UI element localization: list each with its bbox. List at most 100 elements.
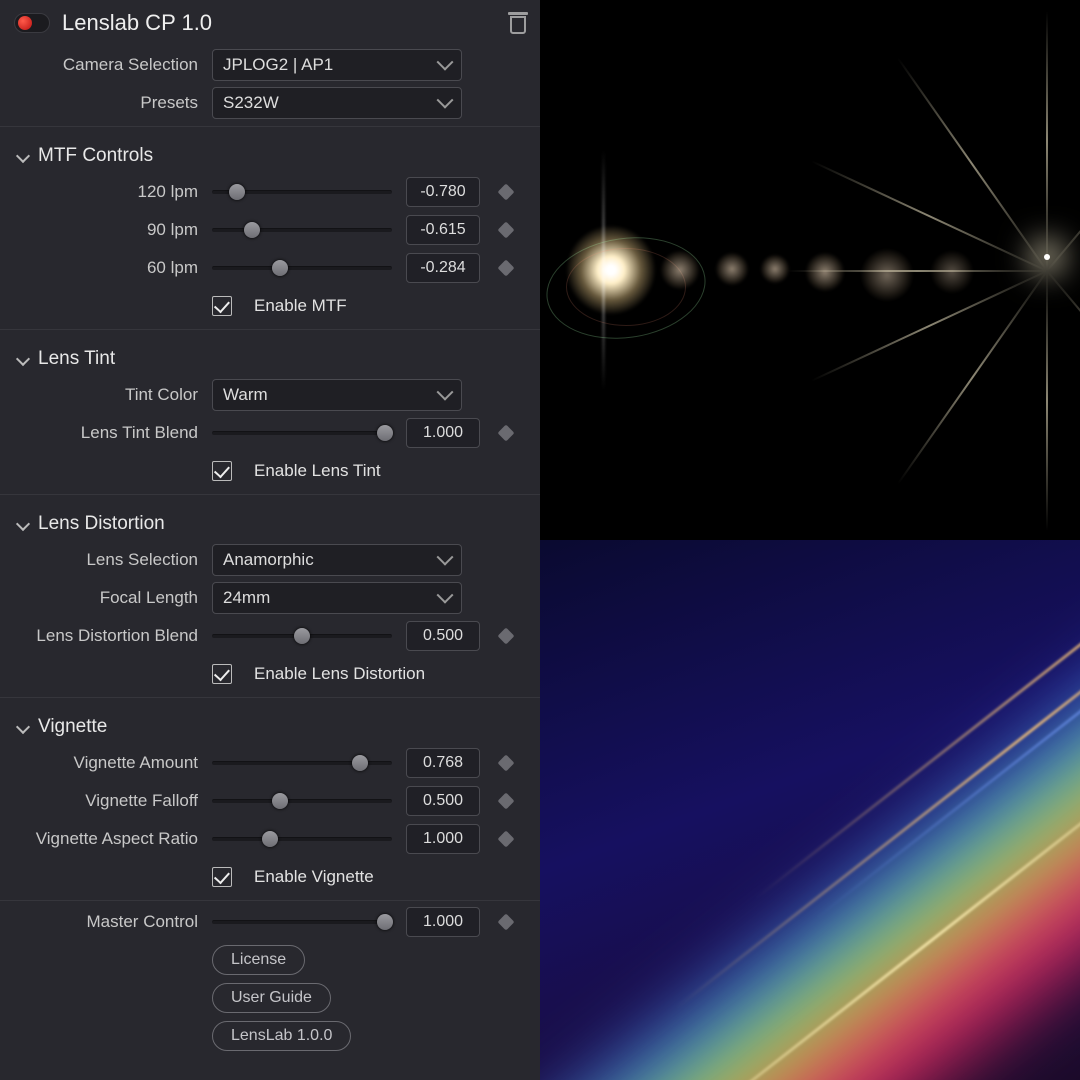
vig-falloff-value[interactable]: 0.500 bbox=[406, 786, 480, 816]
vig-falloff-slider[interactable] bbox=[212, 789, 392, 813]
vig-aspect-label: Vignette Aspect Ratio bbox=[10, 829, 204, 849]
tint-enable-checkbox[interactable] bbox=[212, 461, 232, 481]
titlebar: Lenslab CP 1.0 bbox=[0, 0, 540, 46]
keyframe-icon[interactable] bbox=[498, 914, 515, 931]
license-button[interactable]: License bbox=[212, 945, 305, 975]
dist-enable-row: Enable Lens Distortion bbox=[0, 655, 540, 693]
preview-rainbow bbox=[540, 540, 1080, 1080]
master-row: Master Control 1.000 bbox=[0, 903, 540, 941]
guide-row: User Guide bbox=[0, 979, 540, 1017]
chevron-down-icon bbox=[18, 722, 28, 732]
mtf-60-slider[interactable] bbox=[212, 256, 392, 280]
focal-length-label: Focal Length bbox=[10, 588, 204, 608]
tint-enable-label: Enable Lens Tint bbox=[254, 461, 381, 481]
chevron-down-icon bbox=[439, 592, 451, 604]
camera-selection-dropdown[interactable]: JPLOG2 | AP1 bbox=[212, 49, 462, 81]
camera-selection-value: JPLOG2 | AP1 bbox=[223, 55, 333, 75]
dist-blend-value[interactable]: 0.500 bbox=[406, 621, 480, 651]
vig-section-header[interactable]: Vignette bbox=[0, 708, 540, 744]
master-label: Master Control bbox=[10, 912, 204, 932]
tint-color-value: Warm bbox=[223, 385, 268, 405]
effect-panel: Lenslab CP 1.0 Camera Selection JPLOG2 |… bbox=[0, 0, 540, 1080]
mtf-120-label: 120 lpm bbox=[10, 182, 204, 202]
vig-falloff-label: Vignette Falloff bbox=[10, 791, 204, 811]
mtf-90-label: 90 lpm bbox=[10, 220, 204, 240]
keyframe-icon[interactable] bbox=[498, 260, 515, 277]
mtf-90-slider[interactable] bbox=[212, 218, 392, 242]
lens-selection-row: Lens Selection Anamorphic bbox=[0, 541, 540, 579]
keyframe-icon[interactable] bbox=[498, 222, 515, 239]
dist-blend-slider[interactable] bbox=[212, 624, 392, 648]
about-button[interactable]: LensLab 1.0.0 bbox=[212, 1021, 351, 1051]
mtf-60-label: 60 lpm bbox=[10, 258, 204, 278]
dist-section-header[interactable]: Lens Distortion bbox=[0, 505, 540, 541]
vig-amount-label: Vignette Amount bbox=[10, 753, 204, 773]
camera-selection-row: Camera Selection JPLOG2 | AP1 bbox=[0, 46, 540, 84]
mtf-section-title: MTF Controls bbox=[38, 145, 153, 167]
keyframe-icon[interactable] bbox=[498, 184, 515, 201]
tint-section-title: Lens Tint bbox=[38, 348, 115, 370]
tint-color-row: Tint Color Warm bbox=[0, 376, 540, 414]
keyframe-icon[interactable] bbox=[498, 425, 515, 442]
focal-length-dropdown[interactable]: 24mm bbox=[212, 582, 462, 614]
tint-color-dropdown[interactable]: Warm bbox=[212, 379, 462, 411]
vig-falloff-row: Vignette Falloff 0.500 bbox=[0, 782, 540, 820]
tint-enable-row: Enable Lens Tint bbox=[0, 452, 540, 490]
vig-amount-slider[interactable] bbox=[212, 751, 392, 775]
vig-amount-value[interactable]: 0.768 bbox=[406, 748, 480, 778]
keyframe-icon[interactable] bbox=[498, 755, 515, 772]
lens-selection-dropdown[interactable]: Anamorphic bbox=[212, 544, 462, 576]
preview-pane bbox=[540, 0, 1080, 1080]
mtf-60-row: 60 lpm -0.284 bbox=[0, 249, 540, 287]
keyframe-icon[interactable] bbox=[498, 793, 515, 810]
vig-aspect-value[interactable]: 1.000 bbox=[406, 824, 480, 854]
mtf-section-header[interactable]: MTF Controls bbox=[0, 137, 540, 173]
mtf-120-value[interactable]: -0.780 bbox=[406, 177, 480, 207]
mtf-120-row: 120 lpm -0.780 bbox=[0, 173, 540, 211]
tint-blend-slider[interactable] bbox=[212, 421, 392, 445]
chevron-down-icon bbox=[439, 554, 451, 566]
preview-flare bbox=[540, 0, 1080, 540]
dist-enable-label: Enable Lens Distortion bbox=[254, 664, 425, 684]
presets-row: Presets S232W bbox=[0, 84, 540, 122]
master-value[interactable]: 1.000 bbox=[406, 907, 480, 937]
tint-blend-label: Lens Tint Blend bbox=[10, 423, 204, 443]
vig-aspect-slider[interactable] bbox=[212, 827, 392, 851]
mtf-60-value[interactable]: -0.284 bbox=[406, 253, 480, 283]
chevron-down-icon bbox=[439, 389, 451, 401]
keyframe-icon[interactable] bbox=[498, 831, 515, 848]
mtf-90-row: 90 lpm -0.615 bbox=[0, 211, 540, 249]
tint-section-header[interactable]: Lens Tint bbox=[0, 340, 540, 376]
vig-enable-label: Enable Vignette bbox=[254, 867, 374, 887]
mtf-90-value[interactable]: -0.615 bbox=[406, 215, 480, 245]
mtf-enable-label: Enable MTF bbox=[254, 296, 347, 316]
keyframe-icon[interactable] bbox=[498, 628, 515, 645]
presets-value: S232W bbox=[223, 93, 279, 113]
focal-length-row: Focal Length 24mm bbox=[0, 579, 540, 617]
presets-dropdown[interactable]: S232W bbox=[212, 87, 462, 119]
chevron-down-icon bbox=[439, 59, 451, 71]
mtf-120-slider[interactable] bbox=[212, 180, 392, 204]
lens-selection-label: Lens Selection bbox=[10, 550, 204, 570]
enable-effect-toggle[interactable] bbox=[14, 13, 50, 33]
delete-effect-icon[interactable] bbox=[508, 12, 528, 34]
vig-amount-row: Vignette Amount 0.768 bbox=[0, 744, 540, 782]
dist-blend-row: Lens Distortion Blend 0.500 bbox=[0, 617, 540, 655]
dist-enable-checkbox[interactable] bbox=[212, 664, 232, 684]
about-row: LensLab 1.0.0 bbox=[0, 1017, 540, 1055]
presets-label: Presets bbox=[10, 93, 204, 113]
vig-enable-row: Enable Vignette bbox=[0, 858, 540, 896]
user-guide-button[interactable]: User Guide bbox=[212, 983, 331, 1013]
effect-title: Lenslab CP 1.0 bbox=[62, 10, 496, 36]
mtf-enable-row: Enable MTF bbox=[0, 287, 540, 325]
chevron-down-icon bbox=[18, 519, 28, 529]
camera-selection-label: Camera Selection bbox=[10, 55, 204, 75]
vig-enable-checkbox[interactable] bbox=[212, 867, 232, 887]
chevron-down-icon bbox=[18, 151, 28, 161]
mtf-enable-checkbox[interactable] bbox=[212, 296, 232, 316]
lens-selection-value: Anamorphic bbox=[223, 550, 314, 570]
master-slider[interactable] bbox=[212, 910, 392, 934]
focal-length-value: 24mm bbox=[223, 588, 270, 608]
tint-blend-value[interactable]: 1.000 bbox=[406, 418, 480, 448]
tint-blend-row: Lens Tint Blend 1.000 bbox=[0, 414, 540, 452]
